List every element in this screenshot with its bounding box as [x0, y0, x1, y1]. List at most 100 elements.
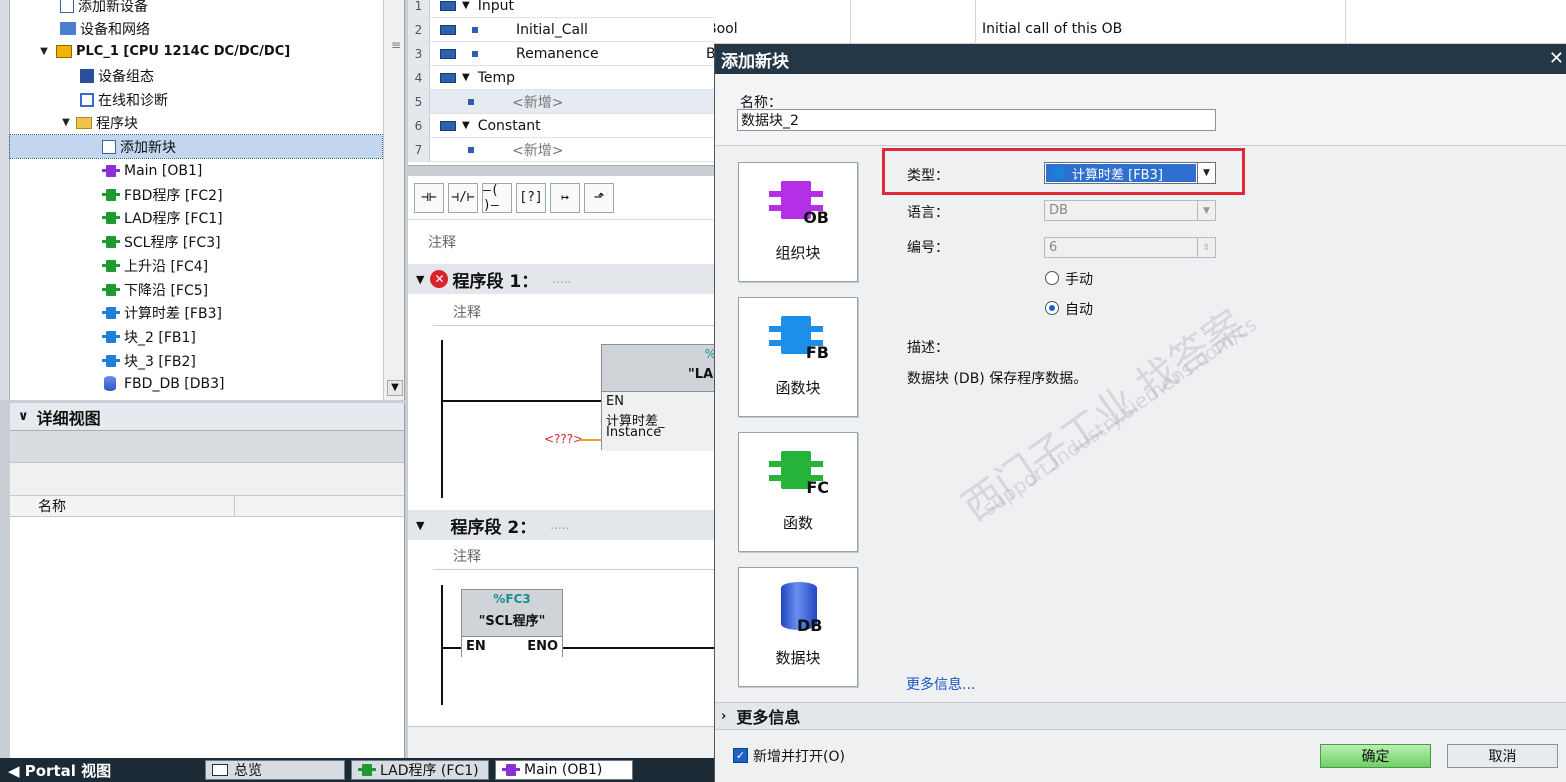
portal-view-button[interactable]: ◀ Portal 视图 [0, 760, 205, 781]
type-label: 类型： [907, 168, 949, 184]
scroll-down-icon[interactable]: ▼ [387, 380, 403, 396]
iface-row-input[interactable]: 1 ▼ Input [408, 0, 714, 18]
network-2-header[interactable]: ▼ 程序段 2： ..... [408, 510, 714, 540]
dialog-titlebar[interactable]: 添加新块 ✕ [715, 44, 1566, 74]
details-col-name[interactable]: 名称 [10, 496, 235, 516]
close-branch-icon[interactable]: ⬏ [584, 182, 614, 213]
details-column-header[interactable]: 名称 [10, 495, 404, 517]
iface-row-temp[interactable]: 4 ▼ Temp [408, 66, 714, 90]
type-card-db[interactable]: DB 数据块 [738, 567, 858, 687]
unknown-param[interactable]: <???> [544, 432, 583, 446]
instance-type-select[interactable]: 计算时差 [FB3] ▼ [1044, 162, 1216, 184]
fc-call-block[interactable]: %FC3 "SCL程序" EN ENO [461, 589, 563, 657]
no-contact-icon[interactable]: ⊣⊢ [414, 182, 444, 213]
tree-item-plc[interactable]: ▼ PLC_1 [CPU 1214C DC/DC/DC] [38, 40, 404, 63]
type-card-fb[interactable]: FB 函数块 [738, 297, 858, 417]
iface-row-add-constant[interactable]: 7 <新增> [408, 138, 714, 162]
chevron-right-icon[interactable]: › [721, 709, 726, 724]
tree-item-falling-fc5[interactable]: 下降沿 [FC5] [102, 278, 404, 301]
tree-item-online-diag[interactable]: 在线和诊断 [80, 88, 404, 111]
expand-down-icon[interactable]: ▼ [462, 0, 470, 11]
param-wire [580, 439, 601, 441]
iface-row-remanence[interactable]: 3 Remanence B [408, 42, 714, 66]
name-area: 名称： 数据块_2 [715, 74, 1566, 146]
tree-item-rising-fc4[interactable]: 上升沿 [FC4] [102, 254, 404, 277]
auto-label[interactable]: 自动 [1065, 299, 1093, 319]
taskbar-tab-overview[interactable]: 总览 [205, 760, 345, 780]
cancel-button[interactable]: 取消 [1447, 744, 1558, 768]
device-config-icon [80, 68, 94, 83]
tree-item-devices-networks[interactable]: 设备和网络 [60, 17, 404, 40]
tree-item-block2-fb1[interactable]: 块_2 [FB1] [102, 325, 404, 348]
ok-button[interactable]: 确定 [1320, 744, 1431, 768]
block-comment[interactable]: 注释 [428, 232, 456, 252]
expand-down-icon[interactable]: ▼ [416, 519, 424, 532]
more-info-expander[interactable]: › 更多信息 [715, 702, 1566, 730]
bullet-icon [472, 50, 478, 57]
iface-row-constant[interactable]: 6 ▼ Constant [408, 114, 714, 138]
network-2-comment[interactable]: 注释 [433, 542, 714, 570]
ob-block-icon [502, 764, 520, 776]
extra-cell [1345, 0, 1566, 44]
expand-down-icon[interactable]: ▼ [416, 273, 424, 286]
tree-item-add-block[interactable]: 添加新块 [9, 134, 383, 159]
iface-row-add-temp[interactable]: 5 <新增> [408, 90, 714, 114]
manual-radio[interactable] [1045, 271, 1059, 285]
nc-contact-icon[interactable]: ⊣/⊢ [448, 182, 478, 213]
iface-row-initial-call[interactable]: 2 Initial_Call [408, 18, 714, 42]
expand-down-icon[interactable]: ▼ [462, 120, 470, 131]
close-icon[interactable]: ✕ [1549, 48, 1564, 69]
fc-block-icon: FC [769, 451, 829, 497]
add-device-icon [60, 0, 74, 13]
manual-label[interactable]: 手动 [1065, 269, 1093, 289]
wire [443, 647, 461, 649]
tree-item-scl-fc3[interactable]: SCL程序 [FC3] [102, 230, 404, 253]
datatype-cell[interactable]: Bool [700, 0, 850, 44]
network-1-header[interactable]: ▼ ✕ 程序段 1： ..... [408, 264, 714, 294]
fc-block-icon [102, 283, 120, 296]
tree-item-fbd-fc2[interactable]: FBD程序 [FC2] [102, 183, 404, 206]
tree-item-lad-fc1[interactable]: LAD程序 [FC1] [102, 206, 404, 229]
bullet-icon [472, 26, 478, 33]
empty-box-icon[interactable]: [?] [516, 182, 546, 213]
add-new-block-dialog: 添加新块 ✕ 名称： 数据块_2 OB 组织块 FB 函数块 FC 函数 DB … [714, 44, 1566, 782]
expand-down-icon[interactable]: ▼ [38, 46, 50, 57]
db-block-icon [104, 376, 116, 391]
more-info-link[interactable]: 更多信息... [906, 674, 975, 694]
fc-block-icon [102, 211, 120, 224]
network-1-comment[interactable]: 注释 [433, 298, 714, 326]
tree-item-fbd-db3[interactable]: FBD_DB [DB3] [104, 372, 404, 395]
add-and-open-checkbox[interactable]: ✓ [733, 748, 748, 763]
watermark-url: support.industry.siemens.com/cs [977, 311, 1262, 521]
splitter-grip-icon[interactable]: ≡ [391, 38, 401, 52]
chevron-down-icon[interactable]: ▼ [1197, 163, 1215, 183]
taskbar-tab-lad-fc1[interactable]: LAD程序 (FC1) [351, 760, 489, 780]
fb-call-block[interactable]: % "LAI EN 计算时差_ Instance [601, 344, 714, 451]
auto-radio[interactable] [1045, 301, 1059, 315]
type-card-ob[interactable]: OB 组织块 [738, 162, 858, 282]
ladder-editor: 注释 ▼ ✕ 程序段 1： ..... 注释 % "LAI EN 计算时差_ I… [408, 220, 714, 726]
tree-item-timediff-fb3[interactable]: 计算时差 [FB3] [102, 301, 404, 324]
tree-item-main-ob1[interactable]: Main [OB1] [102, 159, 404, 182]
tree-scrollbar[interactable]: ≡ ▼ [383, 0, 404, 400]
details-view-header[interactable]: ∨ 详细视图 [10, 403, 404, 431]
default-value-cell[interactable] [850, 0, 975, 44]
add-and-open-label[interactable]: 新增并打开(O) [753, 746, 845, 766]
tree-item-add-device[interactable]: 添加新设备 [60, 0, 404, 17]
comment-cell[interactable]: Initial call of this OB [975, 0, 1345, 44]
taskbar-tab-main-ob1[interactable]: Main (OB1) [495, 760, 633, 780]
expand-down-icon[interactable]: ▼ [462, 72, 470, 83]
wire [443, 400, 601, 402]
fb-block-icon [102, 306, 120, 319]
tree-item-block3-fb2[interactable]: 块_3 [FB2] [102, 349, 404, 372]
coil-icon[interactable]: –( )– [482, 182, 512, 213]
ob-block-icon: OB [769, 181, 829, 227]
tree-item-device-config[interactable]: 设备组态 [80, 64, 404, 87]
type-card-fc[interactable]: FC 函数 [738, 432, 858, 552]
tree-item-program-blocks[interactable]: ▼ 程序块 [60, 111, 404, 134]
expand-down-icon[interactable]: ▼ [60, 117, 72, 128]
description-text: 数据块 (DB) 保存程序数据。 [907, 371, 1088, 387]
block-name-input[interactable]: 数据块_2 [737, 109, 1216, 131]
open-branch-icon[interactable]: ↦ [550, 182, 580, 213]
collapse-chevron-icon[interactable]: ∨ [18, 409, 29, 424]
